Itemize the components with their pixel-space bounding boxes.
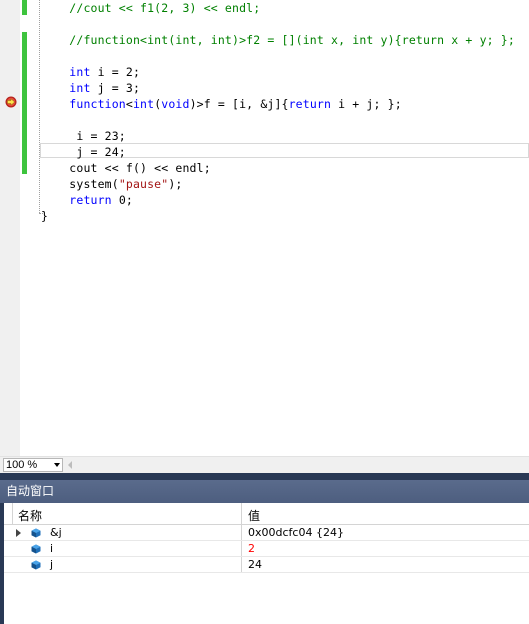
code-token: cout << f() << endl;	[41, 161, 211, 175]
code-token: function	[69, 97, 126, 111]
variable-name: i	[50, 542, 54, 555]
code-token: //function<int(int, int)>f2 = [](int x, …	[69, 33, 515, 47]
chevron-down-icon	[54, 463, 60, 467]
code-line[interactable]: function<int(void)>f = [i, &j]{return i …	[41, 96, 402, 112]
zoom-value: 100 %	[6, 459, 38, 471]
code-token: i = 23;	[41, 129, 126, 143]
column-header-value[interactable]: 值	[248, 507, 260, 524]
variable-icon	[31, 544, 41, 554]
variable-value[interactable]: 0x00dcfc04 {24}	[248, 525, 344, 540]
code-line[interactable]: //cout << f1(2, 3) << endl;	[41, 0, 260, 16]
variable-row[interactable]: i 2	[4, 541, 529, 557]
variable-name: j	[50, 558, 54, 571]
autos-window-title[interactable]: 自动窗口	[0, 480, 529, 503]
editor-status-bar: 100 %	[0, 456, 529, 473]
autos-window-title-label: 自动窗口	[6, 484, 55, 498]
variable-name: &j	[50, 526, 62, 539]
code-token: )>f = [i, &j]{	[189, 97, 289, 111]
variable-value[interactable]: 2	[248, 541, 255, 556]
code-line[interactable]: system("pause");	[41, 176, 182, 192]
code-token: return	[288, 97, 332, 111]
ide-window: //cout << f1(2, 3) << endl; //function<i…	[0, 0, 529, 624]
scroll-left-icon[interactable]	[68, 461, 72, 469]
zoom-dropdown[interactable]: 100 %	[3, 458, 63, 472]
code-token: i + j; };	[331, 97, 402, 111]
code-line[interactable]: i = 23;	[41, 128, 126, 144]
code-line[interactable]: //function<int(int, int)>f2 = [](int x, …	[41, 32, 515, 48]
code-token: void	[161, 97, 190, 111]
current-statement-arrow-icon[interactable]	[5, 96, 17, 108]
code-token: "pause"	[118, 177, 169, 191]
code-token: //cout << f1(2, 3) << endl;	[69, 1, 261, 15]
code-line[interactable]: return 0;	[41, 192, 133, 208]
code-token: );	[168, 177, 183, 191]
glyph-margin[interactable]	[0, 0, 20, 456]
code-token: 0;	[111, 193, 133, 207]
expand-arrow-icon[interactable]	[16, 529, 21, 537]
code-line[interactable]: int i = 2;	[41, 64, 140, 80]
autos-window: 自动窗口 名称 值 &j 0x00dcfc04 {24} i 2 j 24	[0, 480, 529, 624]
change-bar	[22, 32, 27, 174]
code-token: return	[69, 193, 112, 207]
pane-splitter[interactable]	[0, 473, 529, 480]
code-token: j = 3;	[90, 81, 141, 95]
code-line[interactable]: int j = 3;	[41, 80, 140, 96]
code-token: int	[69, 65, 91, 79]
code-line[interactable]: cout << f() << endl;	[41, 160, 211, 176]
variable-icon	[31, 528, 41, 538]
grid-header: 名称 值	[4, 503, 529, 525]
variable-icon	[31, 560, 41, 570]
autos-grid: 名称 值 &j 0x00dcfc04 {24} i 2 j 24	[4, 503, 529, 624]
variable-value[interactable]: 24	[248, 557, 262, 572]
column-header-name[interactable]: 名称	[18, 507, 42, 524]
column-separator	[12, 503, 13, 525]
code-editor[interactable]: //cout << f1(2, 3) << endl; //function<i…	[0, 0, 529, 456]
variable-row[interactable]: &j 0x00dcfc04 {24}	[4, 525, 529, 541]
code-token: int	[132, 97, 155, 111]
code-token: j = 24;	[41, 145, 126, 159]
code-token: system(	[41, 177, 119, 191]
variable-row[interactable]: j 24	[4, 557, 529, 573]
code-line[interactable]: j = 24;	[41, 144, 126, 160]
code-token: <	[125, 97, 133, 111]
code-token: }	[41, 209, 49, 223]
code-token: int	[69, 81, 91, 95]
code-token: i = 2;	[90, 65, 141, 79]
change-bar	[22, 0, 27, 15]
code-line[interactable]: }	[41, 208, 48, 224]
